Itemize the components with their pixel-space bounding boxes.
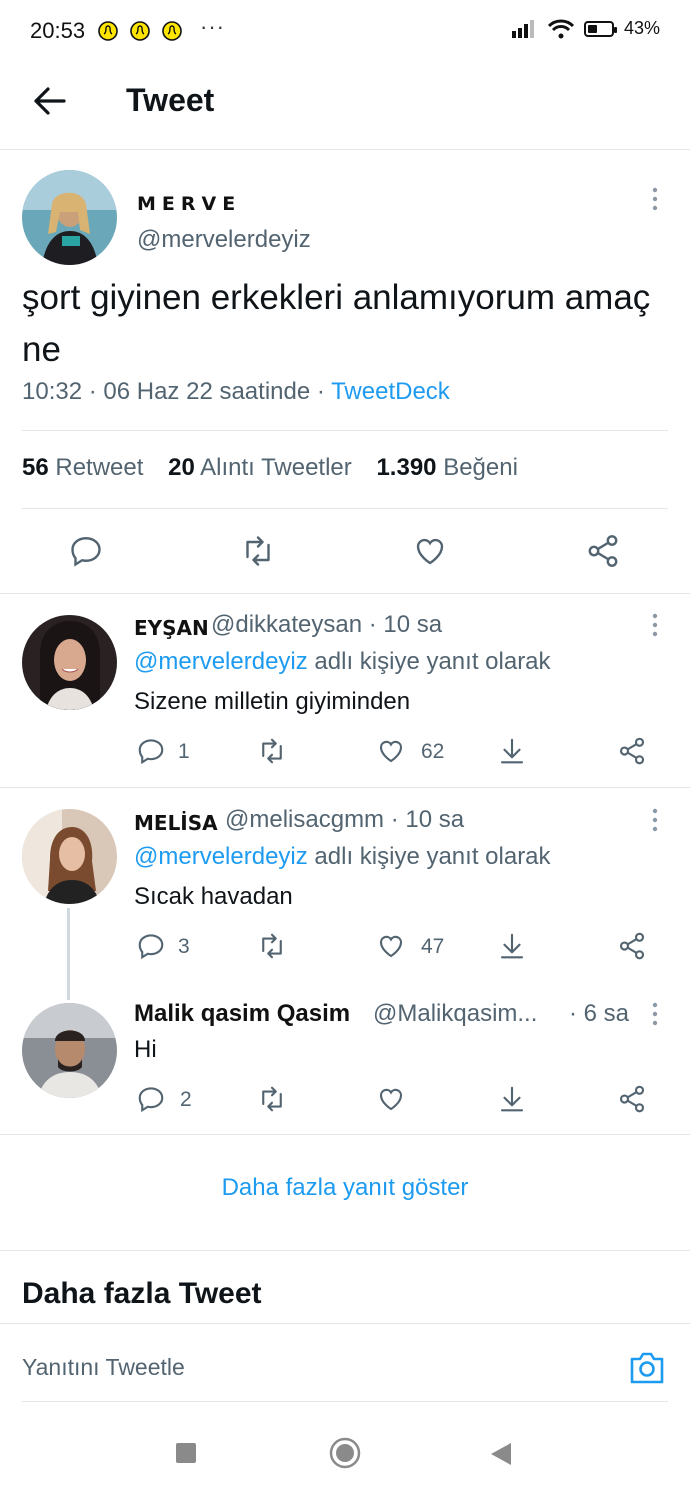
reply-author-handle[interactable]: @Malikqasim... (373, 1000, 537, 1028)
reply-author-name[interactable]: MELİSA (134, 811, 218, 835)
back-icon[interactable] (489, 1441, 513, 1467)
more-options-icon[interactable] (651, 808, 659, 832)
reply-text: Hi (134, 1036, 157, 1063)
reply-context: @mervelerdeyiz adlı kişiye yanıt olarak (134, 843, 551, 870)
share-icon[interactable] (617, 931, 647, 961)
tweet-source-link[interactable]: TweetDeck (331, 378, 450, 405)
download-icon[interactable] (497, 736, 527, 766)
retweet-stat[interactable]: 56 Retweet (22, 454, 143, 481)
snapchat-icon (162, 21, 182, 41)
tweet-timestamp: 10:32 · 06 Haz 22 saatinde · (22, 378, 332, 405)
battery-percent: 43% (623, 18, 660, 38)
more-options-icon[interactable] (651, 187, 659, 211)
download-icon[interactable] (497, 1084, 527, 1114)
tweet-meta: 10:32 · 06 Haz 22 saatinde · TweetDeck (22, 378, 450, 406)
back-arrow-icon[interactable] (30, 82, 68, 120)
avatar[interactable] (22, 170, 117, 265)
page-title: Tweet (126, 82, 215, 118)
camera-icon[interactable] (628, 1350, 666, 1386)
author-handle[interactable]: @mervelerdeyiz (137, 226, 311, 254)
reply-author-name[interactable]: EYŞAN (134, 616, 209, 640)
reply-icon[interactable] (136, 1084, 166, 1114)
retweet-icon[interactable] (257, 1084, 287, 1114)
author-name[interactable]: MERVE (137, 193, 241, 215)
reply-time: · 6 sa (569, 1000, 630, 1027)
reply-author-handle[interactable]: @melisacgmm · 10 sa (225, 806, 464, 834)
mention-link[interactable]: @mervelerdeyiz (134, 843, 308, 870)
avatar[interactable] (22, 1003, 117, 1098)
download-icon[interactable] (497, 931, 527, 961)
reply-author-name[interactable]: Malik qasim Qasim (134, 1000, 350, 1028)
show-more-replies-link[interactable]: Daha fazla yanıt göster (0, 1174, 690, 1202)
wifi-icon (547, 19, 574, 38)
tweet-stats: 56 Retweet 20 Alıntı Tweetler 1.390 Beğe… (22, 454, 518, 482)
reply-count: 1 (178, 740, 190, 763)
home-icon[interactable] (329, 1437, 361, 1469)
share-icon[interactable] (617, 1084, 647, 1114)
reply-count: 2 (180, 1088, 192, 1111)
reply-icon[interactable] (136, 736, 166, 766)
divider (22, 1401, 668, 1402)
like-count: 62 (421, 740, 445, 763)
snapchat-icon (98, 21, 118, 41)
reply-icon[interactable] (136, 931, 166, 961)
divider (22, 508, 668, 509)
quote-stat[interactable]: 20 Alıntı Tweetler (168, 454, 352, 481)
retweet-icon[interactable] (257, 736, 287, 766)
like-count: 47 (421, 935, 445, 958)
divider (0, 1134, 690, 1135)
divider (0, 593, 690, 594)
signal-icon (511, 19, 534, 38)
retweet-icon[interactable] (257, 931, 287, 961)
share-icon[interactable] (585, 533, 621, 569)
tweet-text: şort giyinen erkekleri anlamıyorum amaç … (22, 278, 651, 369)
snapchat-icon (130, 21, 150, 41)
like-icon[interactable] (412, 533, 448, 569)
retweet-icon[interactable] (240, 533, 276, 569)
avatar[interactable] (22, 615, 117, 710)
divider (22, 430, 668, 431)
reply-context: @mervelerdeyiz adlı kişiye yanıt olarak (134, 648, 551, 675)
more-notifications-icon: ··· (200, 14, 225, 39)
more-tweets-heading: Daha fazla Tweet (22, 1277, 262, 1310)
battery-icon (583, 20, 617, 37)
thread-line (67, 908, 70, 1000)
divider (0, 787, 690, 788)
share-icon[interactable] (617, 736, 647, 766)
status-right: 43% (511, 18, 660, 39)
more-options-icon[interactable] (651, 613, 659, 637)
status-time: 20:53 (30, 18, 86, 43)
reply-count: 3 (178, 935, 190, 958)
recent-apps-icon[interactable] (176, 1443, 196, 1463)
divider (0, 1323, 690, 1324)
like-stat[interactable]: 1.390 Beğeni (376, 454, 517, 481)
reply-text: Sizene milletin giyiminden (134, 688, 411, 715)
reply-icon[interactable] (68, 533, 104, 569)
reply-text: Sıcak havadan (134, 883, 293, 910)
like-icon[interactable] (376, 1084, 406, 1114)
more-options-icon[interactable] (651, 1002, 659, 1026)
divider (0, 149, 690, 150)
avatar[interactable] (22, 809, 117, 904)
like-icon[interactable] (376, 931, 406, 961)
reply-input[interactable]: Yanıtını Tweetle (22, 1354, 185, 1381)
mention-link[interactable]: @mervelerdeyiz (134, 648, 308, 675)
reply-author-handle[interactable]: @dikkateysan · 10 sa (211, 611, 442, 639)
like-icon[interactable] (376, 736, 406, 766)
divider (0, 1250, 690, 1251)
